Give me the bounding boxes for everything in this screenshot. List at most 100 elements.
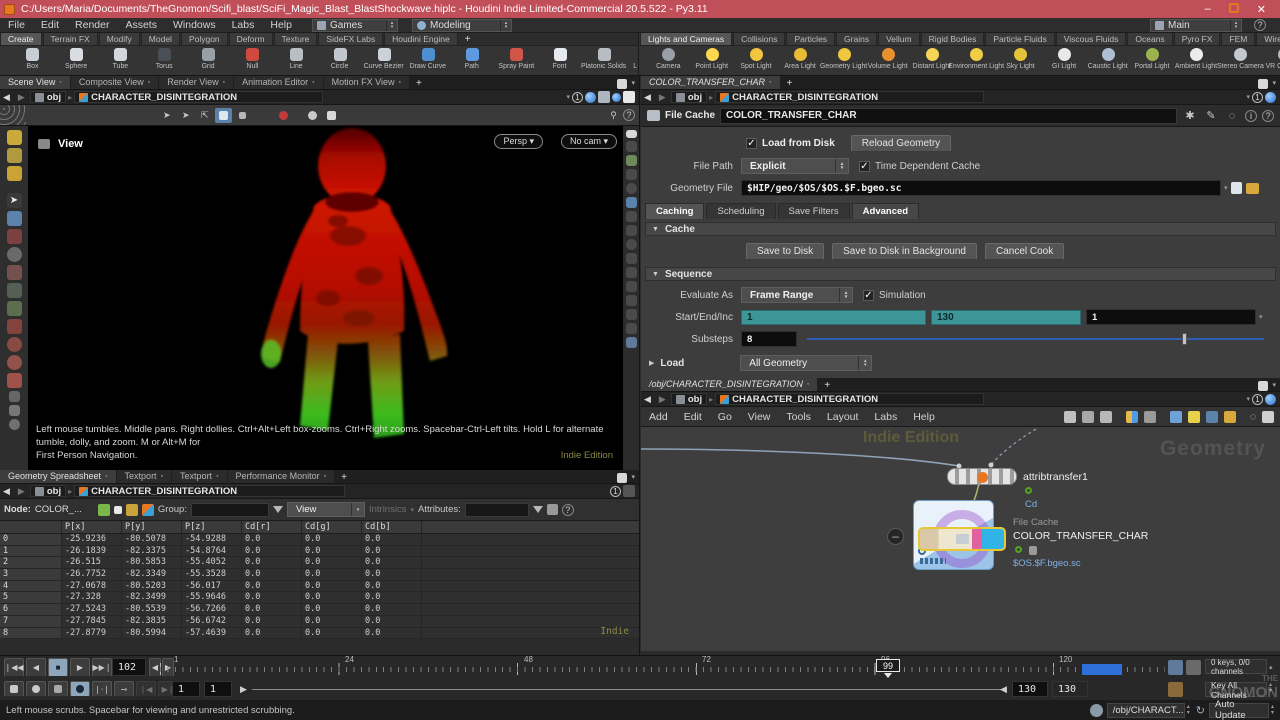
shelf-tool[interactable]: Camera [646,47,690,69]
shelf-tool[interactable]: Environment Light [954,47,998,69]
range-start-input[interactable]: 1 [741,310,926,325]
path-dropdown-icon[interactable]: ▾ [566,93,570,101]
projection-menu[interactable]: Persp ▾ [494,134,543,149]
add-pane-tab-button[interactable]: + [335,472,353,483]
geometry-file-input[interactable]: $HIP/geo/$OS/$OS.$F.bgeo.sc [741,180,1221,196]
shelf-tab[interactable]: Texture [274,33,318,45]
forward-icon[interactable]: ▶ [15,92,28,103]
interrupt-cook-icon[interactable] [275,108,292,123]
pane-menu-icon[interactable] [1258,381,1268,391]
shelf-tool[interactable]: Circle [318,47,362,69]
light-mode-icon[interactable] [626,183,637,194]
load-mode-dropdown[interactable]: All Geometry▴▾ [740,355,872,371]
shelf-tool[interactable]: Curve Bezier [362,47,406,69]
select-objects-icon[interactable]: ➤ [158,108,175,123]
table-row[interactable]: 1 -26.1839 -82.3375 -54.8764 0.0 0.0 0.0 [0,546,639,558]
node-name-label[interactable]: COLOR_TRANSFER_CHAR [1013,530,1148,542]
shelf-tab[interactable]: Lights and Cameras [640,33,732,45]
shelf-tab[interactable]: Terrain FX [43,33,98,45]
prev-key-button[interactable]: ❘◀ [136,681,156,697]
checkbox-checked-icon[interactable]: ✓ [859,161,870,172]
timeline-options-icon[interactable] [4,681,24,697]
shelf-tab[interactable]: Grains [836,33,877,45]
slider-handle[interactable] [1182,333,1187,345]
network-menu-item[interactable]: View [740,411,779,423]
range-start-field[interactable]: 1 [172,681,200,697]
select-mode-icon[interactable] [234,108,251,123]
range-slider-handle-left[interactable]: ▶ [240,684,247,695]
link-badge[interactable]: 1 [1252,92,1263,103]
display-options-icon[interactable] [626,197,637,208]
link-badge[interactable]: 1 [1252,394,1263,405]
param-tab[interactable]: Scheduling [706,203,775,219]
secure-selection-lock-icon[interactable] [7,211,22,226]
table-row[interactable]: 7 -27.7845 -82.3835 -56.6742 0.0 0.0 0.0 [0,616,639,628]
shelf-tab[interactable]: Create [0,33,42,45]
checkbox-checked-icon[interactable]: ✓ [863,290,874,301]
cache-section-header[interactable]: ▼Cache [645,222,1276,236]
shelf-tool[interactable]: Spray Paint [494,47,538,69]
select-components-icon[interactable]: ➤ [177,108,194,123]
color-palette-icon[interactable] [1126,411,1138,423]
network-menu-item[interactable]: Tools [778,411,819,423]
attribute-paint-icon[interactable] [7,148,22,163]
file-path-mode-dropdown[interactable]: Explicit▴▾ [741,158,849,174]
save-to-disk-button[interactable]: Save to Disk [746,243,824,260]
close-tab-icon[interactable]: ▪ [223,79,225,86]
forward-icon[interactable]: ▶ [656,92,669,103]
spinner-icon[interactable]: ▴▾ [500,20,511,31]
drag-select-icon[interactable]: ⇱ [196,108,213,123]
lock-camera-icon[interactable] [626,169,637,180]
forward-icon[interactable]: ▶ [656,394,669,405]
pane-tab[interactable]: Motion FX View▪ [324,76,409,89]
toolbar-drag-handle[interactable] [0,105,26,125]
help-icon[interactable]: ? [1262,110,1274,122]
close-tab-icon[interactable]: ▪ [324,473,326,480]
range-start2-field[interactable]: 1 [204,681,232,697]
range-inc-input[interactable]: 1 [1086,309,1256,325]
breadcrumb-node[interactable]: CHARACTER_DISINTEGRATION [715,91,984,103]
menu-item[interactable]: Render [67,19,117,31]
add-shelf-tab-button[interactable]: + [459,34,477,45]
play-reverse-button[interactable]: ◀ [26,658,46,677]
desktop-main-combo[interactable]: Main ▴▾ [1150,19,1242,32]
close-button[interactable]: ✕ [1257,3,1266,16]
back-icon[interactable]: ◀ [641,92,654,103]
file-cache-node[interactable] [918,527,1006,551]
snap-point-icon[interactable] [7,337,22,352]
close-tab-icon[interactable]: ▪ [769,79,771,86]
substeps-input[interactable]: 8 [741,331,797,347]
shelf-tool[interactable]: Ambient Light [1174,47,1218,69]
snap-magnet-icon[interactable] [7,373,22,388]
shelf-tool[interactable]: Point Light [690,47,734,69]
pin-target-icon[interactable] [585,92,596,103]
table-row[interactable]: 5 -27.328 -82.3499 -55.9646 0.0 0.0 0.0 [0,592,639,604]
wireframe-icon[interactable] [626,155,637,166]
param-tab[interactable]: Save Filters [778,203,850,219]
menu-item[interactable]: Edit [33,19,67,31]
save-to-disk-background-button[interactable]: Save to Disk in Background [832,243,977,260]
shelf-tab[interactable]: Polygon [181,33,228,45]
pane-dropdown-icon[interactable]: ▾ [1272,79,1276,89]
timeline-ruler[interactable]: 1 24 48 72 96 120 99 [160,659,1165,679]
table-row[interactable]: 6 -27.5243 -80.5539 -56.7266 0.0 0.0 0.0 [0,604,639,616]
breadcrumb-node[interactable]: CHARACTER_DISINTEGRATION [715,393,984,405]
recook-icon[interactable]: ↻ [1196,704,1205,717]
go-end-button[interactable]: ▶▶❘ [92,658,112,677]
add-pane-tab-button[interactable]: + [410,78,428,89]
pane-tab[interactable]: Textport▪ [117,470,172,483]
key-marker-icon[interactable]: ⊸ [114,681,134,697]
help-icon[interactable]: ? [1254,19,1266,31]
reload-geometry-button[interactable]: Reload Geometry [851,135,951,152]
breadcrumb-node[interactable]: CHARACTER_DISINTEGRATION [74,485,345,497]
close-tab-icon[interactable]: ▪ [59,79,61,86]
range-slider-track[interactable] [252,689,1002,690]
checkbox-checked-icon[interactable]: ✓ [746,138,757,149]
character-picker-icon[interactable]: ⚲ [605,108,622,123]
display-flag-icon[interactable] [1025,487,1032,494]
shelf-tool[interactable]: Grid [186,47,230,69]
pin-node-icon[interactable] [114,506,122,514]
shelf-tab[interactable]: FEM [1221,33,1255,45]
key-all-channels-button[interactable]: Key All Channels [1205,682,1267,697]
range-end2-field[interactable]: 130 [1052,681,1088,697]
